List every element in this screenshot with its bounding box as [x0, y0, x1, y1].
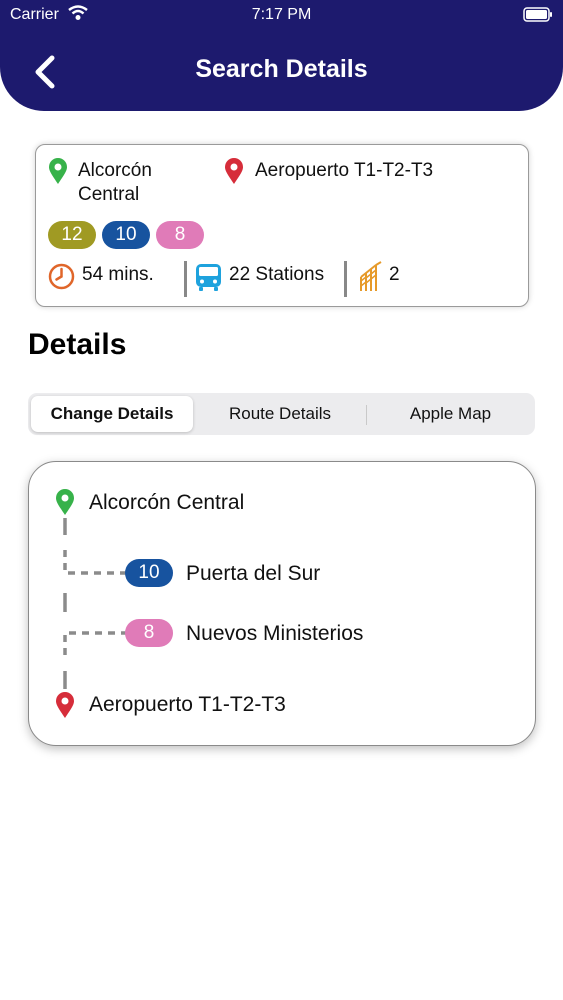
destination-pin-icon — [225, 158, 243, 184]
page-title: Search Details — [195, 55, 368, 83]
status-time: 7:17 PM — [251, 6, 312, 23]
line-badge-10: 10 — [102, 221, 150, 249]
end-station: Aeropuerto T1-T2-T3 — [89, 693, 286, 716]
change-station-2: Nuevos Ministerios — [186, 622, 364, 645]
line-badge-12: 12 — [48, 221, 96, 249]
origin-name: Alcorcón Central — [78, 159, 152, 207]
start-station: Alcorcón Central — [89, 491, 245, 514]
divider — [344, 261, 347, 297]
change-line-badge-10: 10 — [125, 559, 173, 587]
divider — [184, 261, 187, 297]
tab-separator — [366, 405, 367, 425]
details-segmented-control: Change Details Route Details Apple Map — [28, 393, 535, 435]
tab-apple-map[interactable]: Apple Map — [368, 396, 533, 432]
start-station-pin-icon — [56, 489, 74, 515]
line-badge-8: 8 — [156, 221, 204, 249]
changes-count: 2 — [389, 264, 400, 285]
duration-text: 54 mins. — [82, 264, 154, 285]
change-details-card: Alcorcón Central 10 Puerta del Sur 8 Nue… — [28, 461, 536, 746]
change-station-1: Puerta del Sur — [186, 562, 321, 585]
bus-icon — [196, 264, 221, 291]
destination-name: Aeropuerto T1-T2-T3 — [255, 160, 434, 181]
origin-pin-icon — [49, 158, 67, 184]
tab-change-details[interactable]: Change Details — [31, 396, 193, 432]
origin-line1: Alcorcón — [78, 160, 152, 181]
origin-line2: Central — [78, 184, 140, 205]
details-heading: Details — [28, 328, 127, 361]
stations-text: 22 Stations — [229, 264, 325, 285]
clock-icon — [48, 263, 75, 290]
route-summary-card: Alcorcón Central Aeropuerto T1-T2-T3 12 … — [35, 144, 529, 307]
app-header: Carrier 7:17 PM Search Details — [0, 0, 563, 111]
change-line-badge-8: 8 — [125, 619, 173, 647]
end-station-pin-icon — [56, 692, 74, 718]
tab-route-details[interactable]: Route Details — [196, 396, 364, 432]
battery-icon — [523, 7, 552, 22]
transfer-stairs-icon — [360, 261, 382, 291]
